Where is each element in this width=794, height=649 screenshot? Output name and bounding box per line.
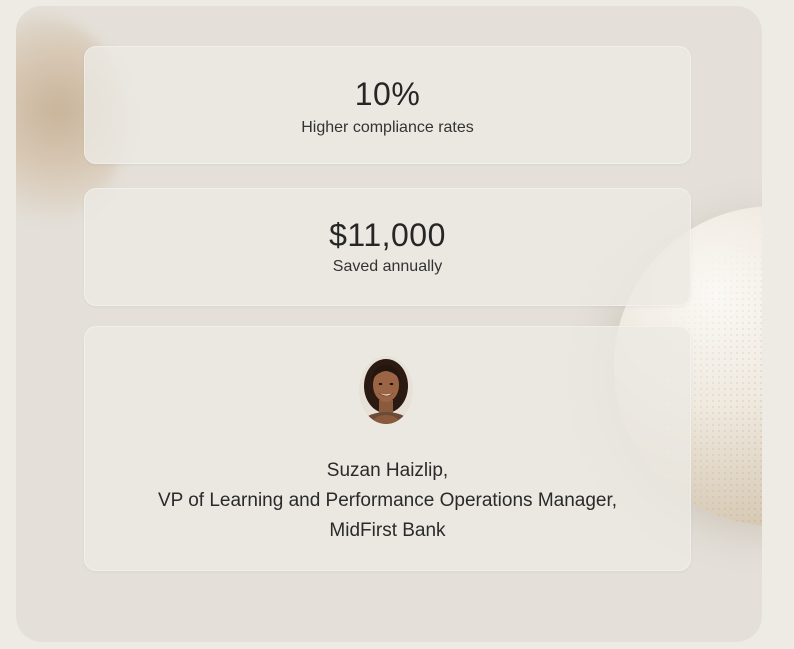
stat-card-compliance: 10% Higher compliance rates <box>84 46 691 164</box>
stat-label: Saved annually <box>332 258 443 275</box>
stat-card-savings: $11,000 Saved annually <box>84 188 691 306</box>
person-title: VP of Learning and Performance Operation… <box>157 490 618 511</box>
testimonial-panel: 10% Higher compliance rates $11,000 Save… <box>16 6 762 642</box>
stat-value: $11,000 <box>329 217 446 253</box>
testimonial-attribution: Suzan Haizlip, VP of Learning and Perfor… <box>84 456 691 546</box>
person-name: Suzan Haizlip, <box>326 460 449 481</box>
stat-value: 10% <box>354 76 421 112</box>
person-company: MidFirst Bank <box>329 520 446 541</box>
testimonial-card: Suzan Haizlip, VP of Learning and Perfor… <box>84 326 691 571</box>
person-portrait-icon <box>359 356 413 424</box>
stat-label: Higher compliance rates <box>301 119 474 136</box>
